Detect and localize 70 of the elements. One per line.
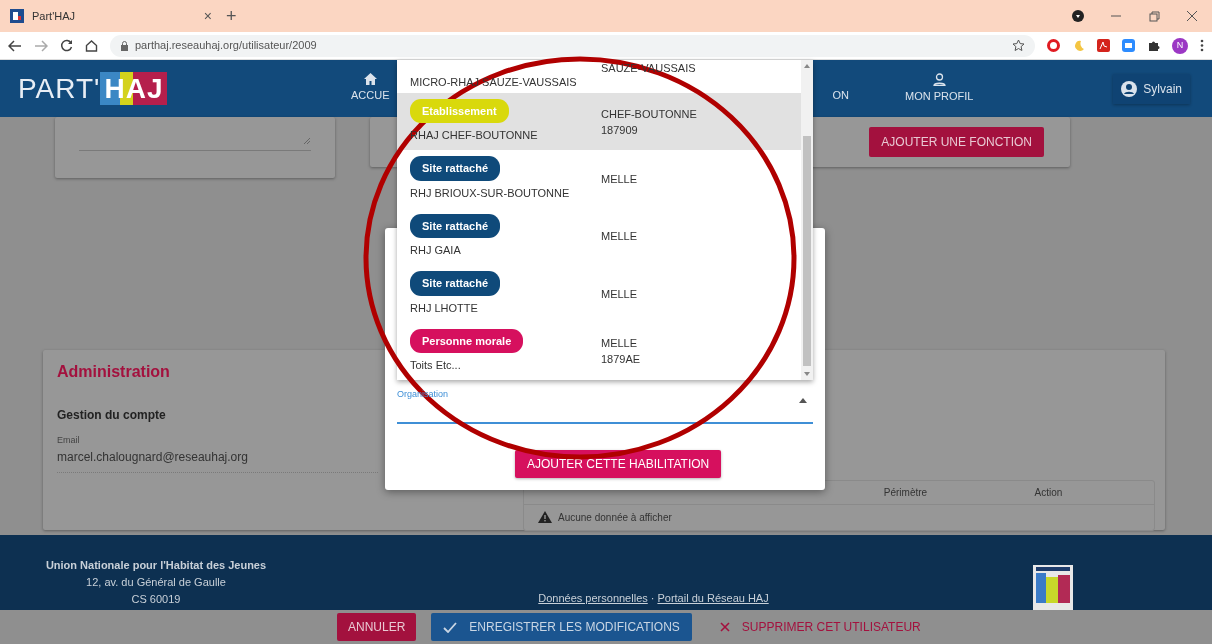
column-header: Action <box>1033 485 1064 500</box>
reload-icon[interactable] <box>60 39 73 52</box>
dropdown-option[interactable]: Personne morale Toits Etc... MELLE 1879AE <box>397 322 801 380</box>
column-header: Périmètre <box>882 485 929 500</box>
user-avatar-icon <box>1121 80 1138 97</box>
back-icon[interactable] <box>8 39 22 52</box>
caret-up-icon <box>799 398 807 403</box>
link-separator: · <box>650 591 655 606</box>
empty-table-message: Aucune donnée à afficher <box>558 510 672 525</box>
bookmark-star-icon[interactable] <box>1012 39 1025 52</box>
option-name: Toits Etc... <box>410 358 461 373</box>
check-icon <box>443 621 458 633</box>
option-name: RHJ GAIA <box>410 243 461 259</box>
address-bar[interactable]: parthaj.reseauhaj.org/utilisateur/2009 <box>110 34 1035 57</box>
organization-name: Union Nationale pour l'Habitat des Jeunes <box>44 558 268 573</box>
person-icon <box>932 72 946 86</box>
home-icon[interactable] <box>85 39 98 52</box>
profile-avatar[interactable]: N <box>1172 37 1188 54</box>
option-name: RHJ LHOTTE <box>410 300 478 316</box>
nav-link[interactable]: MON PROFIL <box>899 71 980 106</box>
tag: Site rattaché <box>410 271 501 296</box>
subsection-title: Gestion du compte <box>57 407 167 424</box>
resize-grip-icon <box>303 137 311 145</box>
nav-link[interactable]: ACCUE <box>345 72 396 105</box>
partner-logo-drawing <box>1033 565 1073 610</box>
lock-icon <box>120 40 129 51</box>
tag: Site rattaché <box>410 213 501 239</box>
option-code: 187909 <box>601 122 639 138</box>
more-menu-icon[interactable] <box>1200 39 1204 52</box>
tag: Personne morale <box>410 328 524 353</box>
dropdown-option[interactable]: Site rattaché RHJ BRIOUX-SUR-BOUTONNE MELLE <box>397 150 801 208</box>
option-city: CHEF-BOUTONNE <box>601 106 697 122</box>
tag: Etablissement <box>410 98 509 124</box>
dropdown-option[interactable]: Site rattaché RHJ GAIA MELLE <box>397 207 801 266</box>
extension-icon[interactable] <box>1072 10 1084 22</box>
restore-icon[interactable] <box>1148 10 1160 22</box>
add-function-button[interactable]: AJOUTER UNE FONCTION <box>869 127 1044 157</box>
option-code: 1879AE <box>601 352 641 368</box>
warning-icon <box>538 511 552 523</box>
section-title: Administration <box>57 362 170 382</box>
puzzle-icon[interactable] <box>1147 39 1160 52</box>
user-menu-button[interactable]: Sylvain <box>1113 73 1190 104</box>
cancel-button[interactable]: ANNULER <box>337 613 417 641</box>
pdf-icon[interactable] <box>1097 39 1110 52</box>
browser-tab[interactable]: Part'HAJ × <box>0 0 222 32</box>
option-name: MICRO-RHAJ SAUZE-VAUSSAIS <box>410 74 577 90</box>
url-text: parthaj.reseauhaj.org/utilisateur/2009 <box>135 38 317 54</box>
home-icon <box>363 73 377 86</box>
address-line: 12, av. du Général de Gaulle <box>85 575 227 590</box>
nav-link[interactable]: ON <box>826 72 855 105</box>
field-label: Email <box>57 434 81 447</box>
option-city: MELLE <box>601 172 638 188</box>
tab-title: Part'HAJ <box>32 8 77 24</box>
save-button[interactable]: ENREGISTRER LES MODIFICATIONS <box>431 613 692 641</box>
dropdown-option[interactable]: Site rattaché RHJ LHOTTE MELLE <box>397 265 801 323</box>
option-name: RHJ BRIOUX-SUR-BOUTONNE <box>410 185 570 201</box>
tag: Site rattaché <box>410 156 501 181</box>
close-icon[interactable] <box>1186 10 1198 22</box>
option-city: MELLE <box>601 229 638 245</box>
tab-close-button[interactable]: × <box>203 9 212 23</box>
new-tab-button[interactable]: + <box>226 7 237 25</box>
footer-link[interactable]: Portail du Réseau HAJ <box>657 590 769 607</box>
close-icon <box>719 622 730 632</box>
footer-link[interactable]: Données personnelles <box>538 590 648 607</box>
option-city: MELLE <box>601 336 639 352</box>
option-city: MELLE <box>601 286 638 302</box>
scrollbar[interactable] <box>801 60 813 380</box>
favicon-icon <box>10 9 24 23</box>
address-line: CS 60019 <box>130 592 182 607</box>
field-value: marcel.chalougnard@reseauhaj.org <box>57 448 249 466</box>
